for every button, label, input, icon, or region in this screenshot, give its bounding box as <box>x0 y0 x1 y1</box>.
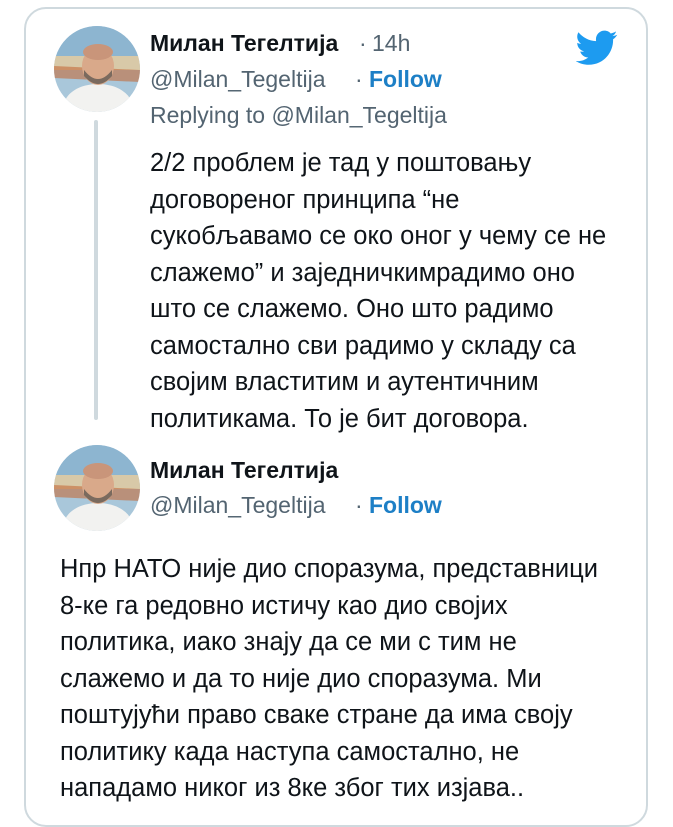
avatar[interactable] <box>54 445 140 531</box>
separator-dot: · <box>359 30 367 56</box>
author-handle[interactable]: @Milan_Tegeltija <box>150 66 326 93</box>
twitter-bird-icon[interactable] <box>575 30 618 66</box>
separator-dot: · <box>355 66 363 92</box>
avatar[interactable] <box>54 26 140 112</box>
separator-dot: · <box>355 492 363 518</box>
follow-button[interactable]: Follow <box>369 66 442 93</box>
tweet-timestamp[interactable]: 14h <box>372 30 410 57</box>
tweet-text: 2/2 проблем је тад у поштовању договорен… <box>150 149 607 433</box>
tweet-text: Нпр НАТО није дио споразума, представниц… <box>60 555 599 802</box>
thread-connector-line <box>94 120 98 420</box>
author-name[interactable]: Милан Тегелтија <box>150 30 338 57</box>
author-name[interactable]: Милан Тегелтија <box>150 457 338 484</box>
author-handle[interactable]: @Milan_Tegeltija <box>150 492 326 519</box>
follow-button[interactable]: Follow <box>369 492 442 519</box>
replying-to-label[interactable]: Replying to @Milan_Tegeltija <box>150 102 447 129</box>
